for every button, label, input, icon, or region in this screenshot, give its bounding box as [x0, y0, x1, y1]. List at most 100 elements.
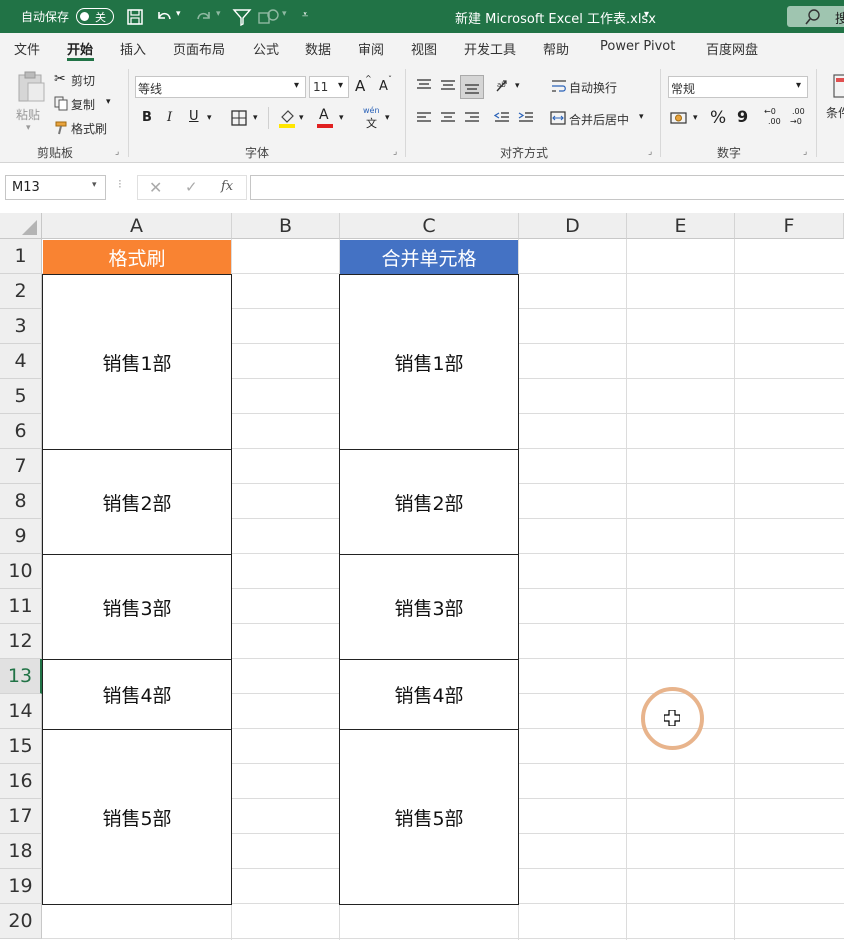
- merge-center-button[interactable]: 合并后居中 ▾: [550, 110, 650, 128]
- cell-a2-a6[interactable]: 销售1部: [42, 274, 232, 450]
- tab-power-pivot[interactable]: Power Pivot: [600, 39, 675, 54]
- cell-a15-a19[interactable]: 销售5部: [42, 729, 232, 905]
- font-color-button[interactable]: A: [316, 107, 334, 129]
- decrease-decimal-button[interactable]: .00 →0: [790, 107, 812, 131]
- underline-button[interactable]: U: [189, 109, 199, 124]
- wrap-text-button[interactable]: 自动换行: [551, 78, 631, 96]
- alignment-launcher-icon[interactable]: ⌟: [648, 147, 652, 157]
- tab-data[interactable]: 数据: [305, 39, 331, 58]
- formula-input[interactable]: [250, 175, 844, 200]
- row-header-6[interactable]: 6: [0, 414, 42, 449]
- number-launcher-icon[interactable]: ⌟: [803, 147, 807, 157]
- orientation-dropdown-icon[interactable]: ▾: [515, 81, 520, 91]
- borders-icon[interactable]: [231, 110, 247, 126]
- save-icon[interactable]: [126, 8, 144, 26]
- align-middle-icon[interactable]: [440, 78, 456, 92]
- italic-button[interactable]: I: [167, 110, 172, 125]
- column-header-a[interactable]: A: [42, 213, 232, 239]
- row-header-1[interactable]: 1: [0, 239, 42, 274]
- undo-dropdown-icon[interactable]: ▾: [176, 9, 181, 19]
- phonetic-button[interactable]: wén 文: [362, 106, 384, 130]
- row-header-12[interactable]: 12: [0, 624, 42, 659]
- column-header-e[interactable]: E: [627, 213, 735, 239]
- row-header-17[interactable]: 17: [0, 799, 42, 834]
- tab-developer[interactable]: 开发工具: [464, 39, 516, 58]
- bold-button[interactable]: B: [142, 110, 152, 125]
- font-color-dropdown-icon[interactable]: ▾: [339, 113, 344, 123]
- tab-baidu-netdisk[interactable]: 百度网盘: [706, 39, 758, 58]
- row-header-3[interactable]: 3: [0, 309, 42, 344]
- shapes-dropdown-icon[interactable]: ▾: [282, 9, 287, 19]
- insert-function-icon[interactable]: fx: [221, 179, 233, 194]
- borders-dropdown-icon[interactable]: ▾: [253, 113, 258, 123]
- align-bottom-button[interactable]: [460, 75, 484, 99]
- column-header-b[interactable]: B: [232, 213, 340, 239]
- row-header-9[interactable]: 9: [0, 519, 42, 554]
- orientation-icon[interactable]: ab: [494, 77, 514, 95]
- format-painter-button[interactable]: 格式刷: [54, 119, 114, 137]
- column-header-c[interactable]: C: [340, 213, 519, 239]
- underline-dropdown-icon[interactable]: ▾: [207, 113, 212, 123]
- row-header-20[interactable]: 20: [0, 904, 42, 939]
- font-name-dropdown[interactable]: 等线 ▾: [135, 76, 306, 98]
- shapes-icon[interactable]: [258, 8, 280, 26]
- row-header-5[interactable]: 5: [0, 379, 42, 414]
- cell-a13-a14[interactable]: 销售4部: [42, 659, 232, 730]
- column-header-f[interactable]: F: [735, 213, 844, 239]
- row-header-14[interactable]: 14: [0, 694, 42, 729]
- name-box[interactable]: M13 ▾: [5, 175, 106, 200]
- filter-icon[interactable]: [232, 7, 252, 27]
- cancel-icon[interactable]: ✕: [149, 178, 162, 197]
- increase-indent-icon[interactable]: [518, 111, 534, 125]
- shrink-font-button[interactable]: Aˇ: [379, 75, 397, 97]
- merged-cell-c7-c9[interactable]: 销售2部: [339, 449, 519, 555]
- fill-color-icon[interactable]: [278, 108, 296, 128]
- merged-cell-c10-c12[interactable]: 销售3部: [339, 554, 519, 660]
- paste-button[interactable]: 粘贴 ▾: [12, 69, 48, 137]
- tab-insert[interactable]: 插入: [120, 39, 146, 58]
- autosave-toggle[interactable]: 关: [76, 8, 114, 25]
- font-launcher-icon[interactable]: ⌟: [393, 147, 397, 157]
- row-header-16[interactable]: 16: [0, 764, 42, 799]
- cell-c1[interactable]: 合并单元格: [340, 240, 518, 274]
- font-size-dropdown[interactable]: 11 ▾: [309, 76, 349, 98]
- tab-formulas[interactable]: 公式: [253, 39, 279, 58]
- customize-toolbar-icon[interactable]: ⩡: [302, 8, 308, 22]
- clipboard-launcher-icon[interactable]: ⌟: [115, 147, 119, 157]
- merged-cell-c13-c14[interactable]: 销售4部: [339, 659, 519, 730]
- number-format-dropdown[interactable]: 常规 ▾: [668, 76, 808, 98]
- row-header-10[interactable]: 10: [0, 554, 42, 589]
- cell-a7-a9[interactable]: 销售2部: [42, 449, 232, 555]
- redo-dropdown-icon[interactable]: ▾: [216, 9, 221, 19]
- row-header-11[interactable]: 11: [0, 589, 42, 624]
- percent-button[interactable]: %: [710, 108, 726, 128]
- row-header-19[interactable]: 19: [0, 869, 42, 904]
- undo-icon[interactable]: [154, 7, 174, 27]
- conditional-formatting-label[interactable]: 条件: [826, 104, 844, 121]
- currency-dropdown-icon[interactable]: ▾: [693, 113, 698, 123]
- phonetic-dropdown-icon[interactable]: ▾: [385, 113, 390, 123]
- redo-icon[interactable]: [194, 7, 214, 27]
- comma-style-button[interactable]: 9: [737, 107, 748, 126]
- cell-a10-a12[interactable]: 销售3部: [42, 554, 232, 660]
- align-center-icon[interactable]: [440, 111, 456, 125]
- align-left-icon[interactable]: [416, 111, 432, 125]
- increase-decimal-button[interactable]: ←0 .00: [764, 107, 786, 131]
- copy-button[interactable]: 复制 ▾: [54, 95, 116, 113]
- tab-help[interactable]: 帮助: [543, 39, 569, 58]
- row-header-2[interactable]: 2: [0, 274, 42, 309]
- search-box[interactable]: 搜: [787, 6, 844, 27]
- conditional-formatting-icon[interactable]: [831, 73, 844, 99]
- tab-review[interactable]: 审阅: [358, 39, 384, 58]
- currency-icon[interactable]: [670, 110, 690, 126]
- tab-file[interactable]: 文件: [14, 39, 40, 58]
- row-header-4[interactable]: 4: [0, 344, 42, 379]
- filename-dropdown-icon[interactable]: ▾: [644, 9, 649, 20]
- merged-cell-c2-c6[interactable]: 销售1部: [339, 274, 519, 450]
- row-header-15[interactable]: 15: [0, 729, 42, 764]
- select-all-button[interactable]: [0, 213, 42, 239]
- enter-icon[interactable]: ✓: [185, 178, 198, 196]
- row-header-13[interactable]: 13: [0, 659, 42, 694]
- decrease-indent-icon[interactable]: [494, 111, 510, 125]
- fill-color-dropdown-icon[interactable]: ▾: [299, 113, 304, 123]
